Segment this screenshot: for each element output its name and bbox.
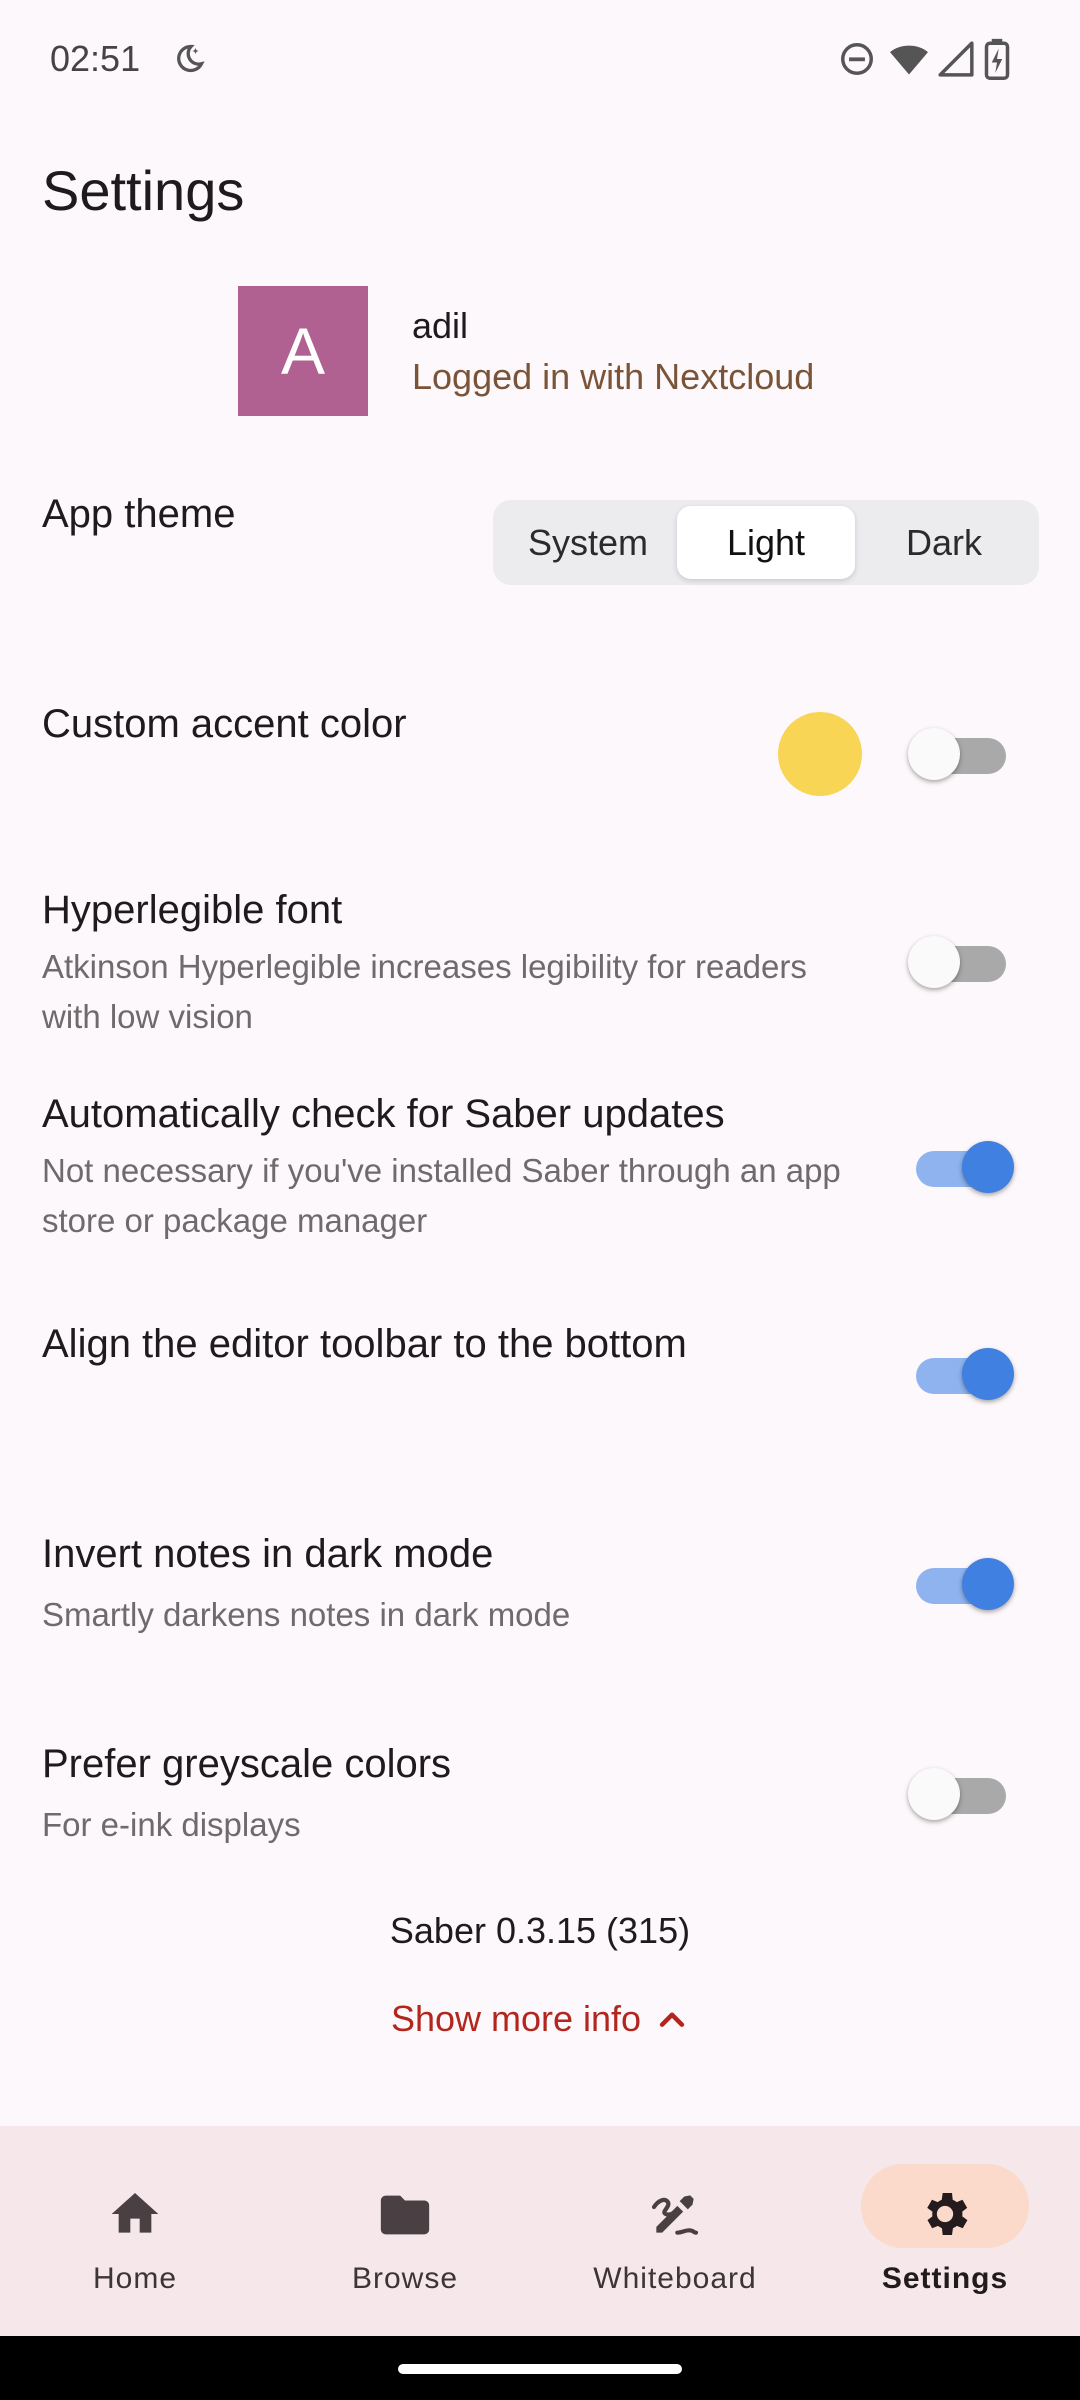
app-theme-label: App theme [42,492,236,536]
theme-segmented-control: System Light Dark [493,500,1039,585]
invert-notes-subtitle: Smartly darkens notes in dark mode [42,1596,571,1633]
chevron-up-icon [659,2012,685,2027]
theme-option-light[interactable]: Light [677,506,855,579]
nav-item-home[interactable]: Home [0,2126,270,2336]
nav-label-whiteboard: Whiteboard [593,2262,757,2295]
account-name: adil [412,305,469,346]
toolbar-bottom-toggle[interactable] [908,1343,1014,1403]
greyscale-toggle[interactable] [908,1763,1014,1823]
invert-notes-toggle[interactable] [908,1553,1014,1613]
home-gesture-handle[interactable] [398,2364,682,2374]
greyscale-title: Prefer greyscale colors [42,1742,452,1786]
nav-label-home: Home [92,2262,178,2295]
battery-charging-icon [984,38,1010,80]
theme-option-system[interactable]: System [499,506,677,579]
bedtime-moon-icon [177,44,205,73]
updates-title: Automatically check for Saber updates [42,1092,725,1136]
draw-icon [651,2195,699,2235]
theme-option-dark[interactable]: Dark [855,506,1033,579]
hyperlegible-title: Hyperlegible font [42,888,343,932]
accent-color-swatch[interactable] [778,712,862,796]
nav-item-settings[interactable]: Settings [810,2126,1080,2336]
home-icon [111,2193,159,2233]
folder-icon [380,2195,430,2235]
nav-label-settings: Settings [881,2262,1009,2295]
updates-subtitle: Not necessary if you've installed Saber … [42,1152,841,1239]
page-title: Settings [42,159,245,222]
avatar[interactable]: A [238,286,368,416]
nav-label-browse: Browse [351,2262,459,2295]
wifi-icon [890,45,928,75]
do-not-disturb-icon [841,43,873,75]
bottom-navigation: Home Browse Whiteboard Settings [0,2126,1080,2336]
account-status[interactable]: Logged in with Nextcloud [412,356,814,398]
greyscale-subtitle: For e-ink displays [42,1806,301,1843]
show-more-info-button[interactable]: Show more info [0,1998,1080,2040]
app-version: Saber 0.3.15 (315) [389,1910,691,1951]
nav-item-browse[interactable]: Browse [270,2126,540,2336]
show-more-info-label: Show more info [390,1998,642,2039]
nav-item-whiteboard[interactable]: Whiteboard [540,2126,810,2336]
toolbar-bottom-title: Align the editor toolbar to the bottom [42,1322,687,1366]
accent-color-toggle[interactable] [908,723,1014,783]
cell-signal-icon [938,41,974,77]
accent-color-title: Custom accent color [42,702,407,746]
gear-icon [927,2193,968,2235]
updates-toggle[interactable] [908,1136,1014,1196]
invert-notes-title: Invert notes in dark mode [42,1532,494,1576]
hyperlegible-toggle[interactable] [908,931,1014,991]
status-time: 02:51 [50,38,141,79]
hyperlegible-subtitle: Atkinson Hyperlegible increases legibili… [42,948,807,1035]
